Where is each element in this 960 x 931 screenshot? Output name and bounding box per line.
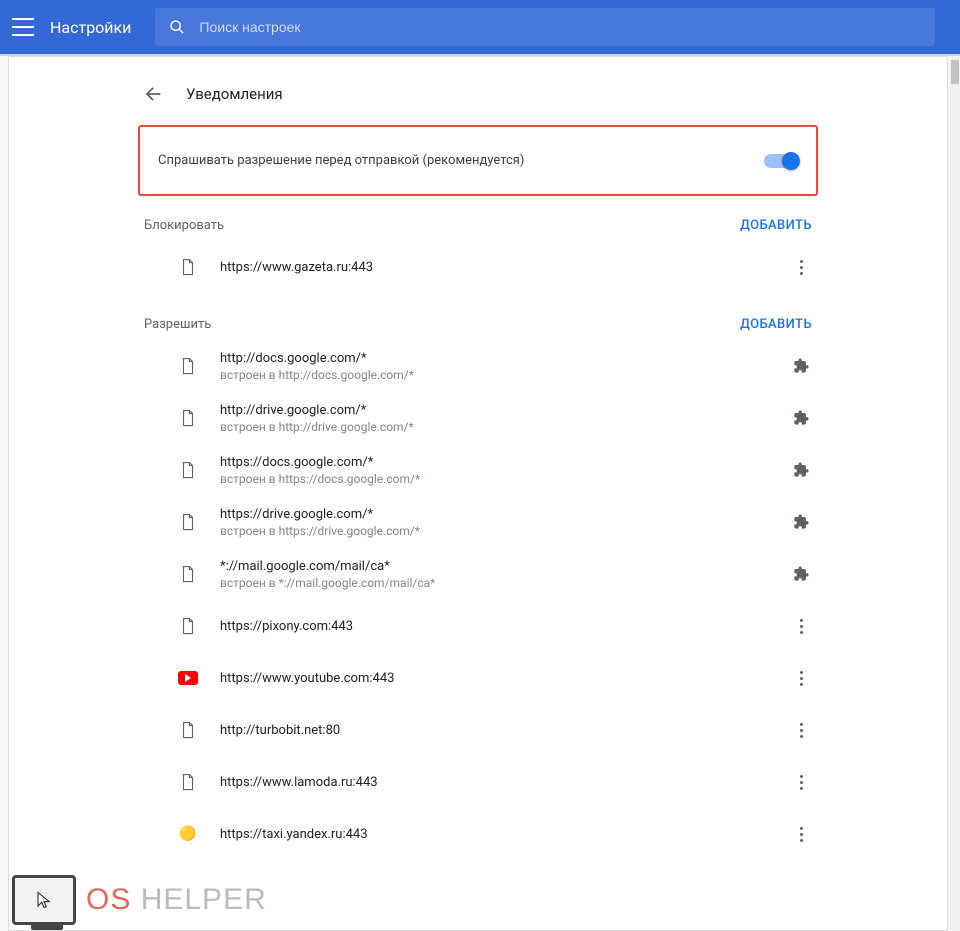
extension-icon[interactable] bbox=[791, 512, 811, 532]
page-icon bbox=[179, 565, 197, 583]
ask-permission-setting: Спрашивать разрешение перед отправкой (р… bbox=[138, 125, 818, 196]
site-row: https://drive.google.com/* встроен в http… bbox=[138, 496, 818, 548]
yandex-icon: 🟡 bbox=[179, 825, 197, 843]
site-url: http://turbobit.net:80 bbox=[220, 723, 790, 738]
page-icon bbox=[179, 461, 197, 479]
allow-list: http://docs.google.com/* встроен в http:/… bbox=[138, 338, 818, 862]
site-row: 🟡 https://taxi.yandex.ru:443 bbox=[138, 808, 818, 860]
scrollbar-thumb[interactable] bbox=[951, 60, 959, 84]
back-arrow-icon[interactable] bbox=[142, 83, 164, 105]
page-icon bbox=[179, 357, 197, 375]
allow-section-header: Разрешить ДОБАВИТЬ bbox=[138, 295, 818, 338]
page-icon bbox=[179, 617, 197, 635]
search-input[interactable] bbox=[199, 19, 921, 35]
more-menu-icon[interactable] bbox=[800, 723, 803, 738]
site-subtext: встроен в http://docs.google.com/* bbox=[220, 368, 790, 382]
site-row: https://www.lamoda.ru:443 bbox=[138, 756, 818, 808]
extension-icon[interactable] bbox=[791, 460, 811, 480]
page-icon bbox=[179, 721, 197, 739]
block-list: https://www.gazeta.ru:443 bbox=[138, 239, 818, 295]
site-subtext: встроен в https://docs.google.com/* bbox=[220, 472, 790, 486]
block-section-label: Блокировать bbox=[144, 218, 224, 233]
page-icon bbox=[179, 513, 197, 531]
site-url: https://www.lamoda.ru:443 bbox=[220, 775, 790, 790]
search-icon bbox=[169, 19, 185, 35]
page-icon bbox=[179, 258, 197, 276]
ask-permission-label: Спрашивать разрешение перед отправкой (р… bbox=[158, 153, 524, 168]
app-header: Настройки bbox=[0, 0, 960, 54]
allow-section-label: Разрешить bbox=[144, 317, 211, 332]
site-url: https://taxi.yandex.ru:443 bbox=[220, 827, 790, 842]
site-url: *://mail.google.com/mail/ca* bbox=[220, 559, 790, 574]
page-body: Уведомления Спрашивать разрешение перед … bbox=[0, 54, 960, 931]
site-url: https://www.gazeta.ru:443 bbox=[220, 260, 790, 275]
page-title: Уведомления bbox=[186, 85, 283, 103]
site-url: http://docs.google.com/* bbox=[220, 351, 790, 366]
site-row: *://mail.google.com/mail/ca* встроен в *:… bbox=[138, 548, 818, 600]
youtube-icon bbox=[178, 671, 198, 685]
ask-permission-toggle[interactable] bbox=[764, 154, 798, 168]
extension-icon[interactable] bbox=[791, 564, 811, 584]
site-row: http://turbobit.net:80 bbox=[138, 704, 818, 756]
more-menu-icon[interactable] bbox=[800, 827, 803, 842]
site-url: https://drive.google.com/* bbox=[220, 507, 790, 522]
site-subtext: встроен в *://mail.google.com/mail/ca* bbox=[220, 576, 790, 590]
extension-icon[interactable] bbox=[791, 356, 811, 376]
site-subtext: встроен в http://drive.google.com/* bbox=[220, 420, 790, 434]
scrollbar[interactable] bbox=[950, 56, 960, 931]
extension-icon[interactable] bbox=[791, 408, 811, 428]
allow-add-button[interactable]: ДОБАВИТЬ bbox=[740, 317, 812, 332]
site-url: https://pixony.com:443 bbox=[220, 619, 790, 634]
site-row: https://docs.google.com/* встроен в https… bbox=[138, 444, 818, 496]
app-title: Настройки bbox=[50, 18, 131, 37]
site-row: https://www.youtube.com:443 bbox=[138, 652, 818, 704]
site-url: https://www.youtube.com:443 bbox=[220, 671, 790, 686]
more-menu-icon[interactable] bbox=[800, 671, 803, 686]
more-menu-icon[interactable] bbox=[800, 260, 803, 275]
block-add-button[interactable]: ДОБАВИТЬ bbox=[740, 218, 812, 233]
page-icon bbox=[179, 773, 197, 791]
page-icon bbox=[179, 409, 197, 427]
menu-icon[interactable] bbox=[12, 18, 34, 36]
site-row: http://drive.google.com/* встроен в http:… bbox=[138, 392, 818, 444]
more-menu-icon[interactable] bbox=[800, 619, 803, 634]
content-panel: Уведомления Спрашивать разрешение перед … bbox=[8, 56, 948, 931]
block-section-header: Блокировать ДОБАВИТЬ bbox=[138, 196, 818, 239]
site-row: https://www.gazeta.ru:443 bbox=[138, 241, 818, 293]
more-menu-icon[interactable] bbox=[800, 775, 803, 790]
site-row: https://pixony.com:443 bbox=[138, 600, 818, 652]
site-row: http://docs.google.com/* встроен в http:/… bbox=[138, 340, 818, 392]
site-url: http://drive.google.com/* bbox=[220, 403, 790, 418]
section-heading: Уведомления bbox=[138, 57, 818, 125]
site-subtext: встроен в https://drive.google.com/* bbox=[220, 524, 790, 538]
search-bar[interactable] bbox=[155, 8, 935, 46]
site-url: https://docs.google.com/* bbox=[220, 455, 790, 470]
